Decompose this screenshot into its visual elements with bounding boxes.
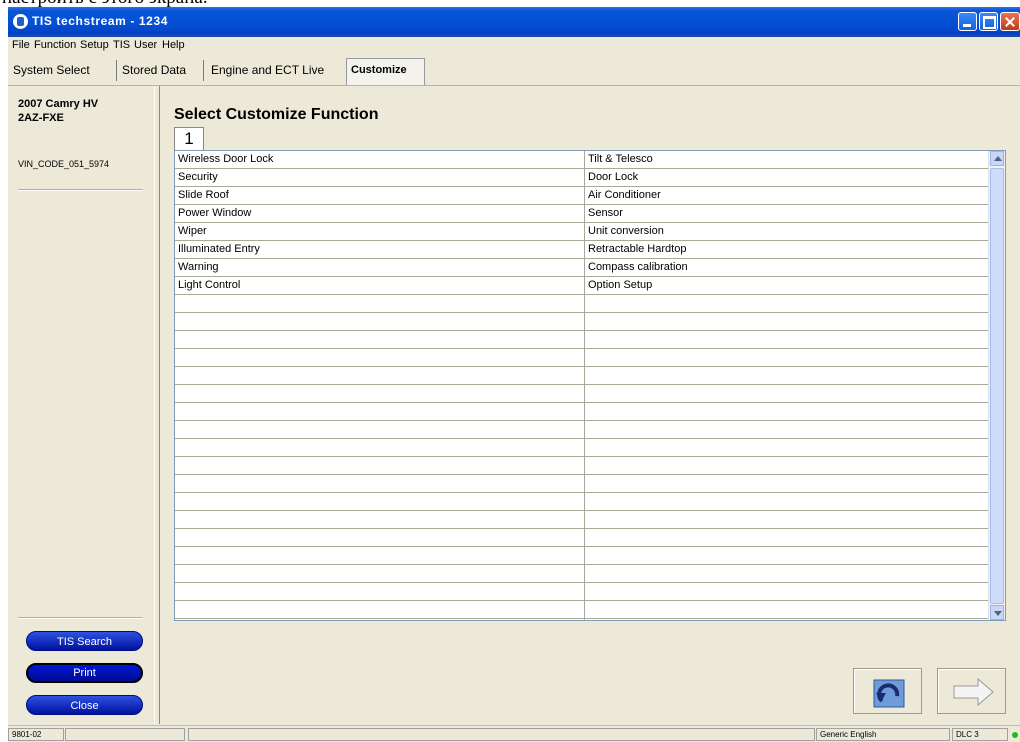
close-window-button[interactable] xyxy=(1000,12,1020,31)
tab-customize[interactable]: Customize xyxy=(346,58,425,85)
tab-customize-label: Customize xyxy=(351,64,407,76)
sidebar: 2007 Camry HV 2AZ-FXE VIN_CODE_051_5974 … xyxy=(8,86,154,724)
tab-divider xyxy=(203,60,204,81)
empty-table-row xyxy=(175,583,988,601)
undo-arrow-icon xyxy=(873,679,905,708)
empty-table-row xyxy=(175,367,988,385)
tab-engine-ect-live[interactable]: Engine and ECT Live xyxy=(211,63,324,77)
title-bar: TIS techstream - 1234 xyxy=(8,7,1020,37)
function-item[interactable]: Slide Roof xyxy=(178,189,229,201)
status-pane xyxy=(65,728,185,741)
print-button[interactable]: Print xyxy=(26,663,143,683)
menu-file[interactable]: File xyxy=(12,39,30,51)
function-item[interactable]: Door Lock xyxy=(588,171,638,183)
status-pane xyxy=(188,728,815,741)
sidebar-divider xyxy=(18,189,143,191)
menu-setup[interactable]: Setup xyxy=(80,39,109,51)
menu-user[interactable]: User xyxy=(134,39,157,51)
function-item[interactable]: Unit conversion xyxy=(588,225,664,237)
empty-table-row xyxy=(175,385,988,403)
empty-table-row xyxy=(175,601,988,619)
table-row[interactable]: Wireless Door Lock Tilt & Telesco xyxy=(175,151,988,169)
next-button[interactable] xyxy=(937,668,1006,714)
pane-splitter[interactable] xyxy=(154,86,160,724)
empty-table-row xyxy=(175,313,988,331)
app-window: TIS techstream - 1234 File Function Setu… xyxy=(8,7,1020,742)
function-item[interactable]: Compass calibration xyxy=(588,261,688,273)
page-title: Select Customize Function xyxy=(174,106,379,123)
tab-divider xyxy=(116,60,117,81)
tab-system-select[interactable]: System Select xyxy=(13,63,90,77)
function-item[interactable]: Security xyxy=(178,171,218,183)
function-item[interactable]: Sensor xyxy=(588,207,623,219)
empty-table-row xyxy=(175,529,988,547)
table-row[interactable]: Warning Compass calibration xyxy=(175,259,988,277)
empty-table-row xyxy=(175,475,988,493)
status-bar: 9801-02 Generic English DLC 3 xyxy=(8,725,1020,742)
minimize-button[interactable] xyxy=(958,12,977,31)
empty-table-row xyxy=(175,457,988,475)
menu-tis[interactable]: TIS xyxy=(113,39,130,51)
table-row[interactable]: Slide Roof Air Conditioner xyxy=(175,187,988,205)
vehicle-model-name: 2007 Camry HV xyxy=(18,98,99,110)
page-caption-fragment: настроить с этого экрана. xyxy=(0,0,1020,7)
menu-function[interactable]: Function xyxy=(34,39,76,51)
empty-table-row xyxy=(175,511,988,529)
empty-table-row xyxy=(175,295,988,313)
function-item[interactable]: Light Control xyxy=(178,279,240,291)
empty-table-row xyxy=(175,421,988,439)
sidebar-divider xyxy=(18,617,143,619)
customize-function-list: Wireless Door Lock Tilt & Telesco Security… xyxy=(174,150,1006,621)
empty-table-row xyxy=(175,403,988,421)
empty-table-row xyxy=(175,331,988,349)
function-item[interactable]: Warning xyxy=(178,261,219,273)
empty-table-row xyxy=(175,439,988,457)
empty-table-row xyxy=(175,565,988,583)
column-divider xyxy=(584,151,585,620)
menu-bar: File Function Setup TIS User Help xyxy=(8,37,1020,54)
function-item[interactable]: Power Window xyxy=(178,207,251,219)
empty-table-row xyxy=(175,349,988,367)
scroll-up-icon[interactable] xyxy=(990,151,1004,166)
table-row[interactable]: Illuminated Entry Retractable Hardtop xyxy=(175,241,988,259)
vehicle-engine: 2AZ-FXE xyxy=(18,112,64,124)
maximize-button[interactable] xyxy=(979,12,998,31)
close-button[interactable]: Close xyxy=(26,695,143,715)
function-item[interactable]: Tilt & Telesco xyxy=(588,153,653,165)
empty-table-row xyxy=(175,547,988,565)
tis-search-button[interactable]: TIS Search xyxy=(26,631,143,651)
table-row[interactable]: Security Door Lock xyxy=(175,169,988,187)
vehicle-model: 2007 Camry HV 2AZ-FXE xyxy=(18,97,98,125)
back-button[interactable] xyxy=(853,668,922,714)
function-item[interactable]: Retractable Hardtop xyxy=(588,243,686,255)
vertical-scrollbar[interactable] xyxy=(988,151,1005,620)
scroll-down-icon[interactable] xyxy=(990,605,1004,620)
connection-indicator-icon xyxy=(1012,732,1018,738)
status-code: 9801-02 xyxy=(8,728,64,741)
table-row[interactable]: Light Control Option Setup xyxy=(175,277,988,295)
status-connection: DLC 3 xyxy=(952,728,1008,741)
app-icon xyxy=(13,14,28,29)
table-row[interactable]: Power Window Sensor xyxy=(175,205,988,223)
tab-bar: System Select Stored Data Engine and ECT… xyxy=(8,55,1020,86)
scroll-thumb[interactable] xyxy=(990,168,1004,604)
tab-stored-data[interactable]: Stored Data xyxy=(122,63,186,77)
function-rows: Wireless Door Lock Tilt & Telesco Security… xyxy=(175,151,988,619)
table-row[interactable]: Wiper Unit conversion xyxy=(175,223,988,241)
callout-number: 1 xyxy=(174,127,204,151)
right-arrow-icon xyxy=(953,677,994,707)
menu-help[interactable]: Help xyxy=(162,39,185,51)
status-language: Generic English xyxy=(816,728,950,741)
empty-table-row xyxy=(175,493,988,511)
function-item[interactable]: Wireless Door Lock xyxy=(178,153,273,165)
vin-code: VIN_CODE_051_5974 xyxy=(18,159,110,169)
window-title: TIS techstream - 1234 xyxy=(32,14,168,28)
function-item[interactable]: Option Setup xyxy=(588,279,652,291)
function-item[interactable]: Illuminated Entry xyxy=(178,243,260,255)
function-item[interactable]: Wiper xyxy=(178,225,207,237)
function-item[interactable]: Air Conditioner xyxy=(588,189,661,201)
